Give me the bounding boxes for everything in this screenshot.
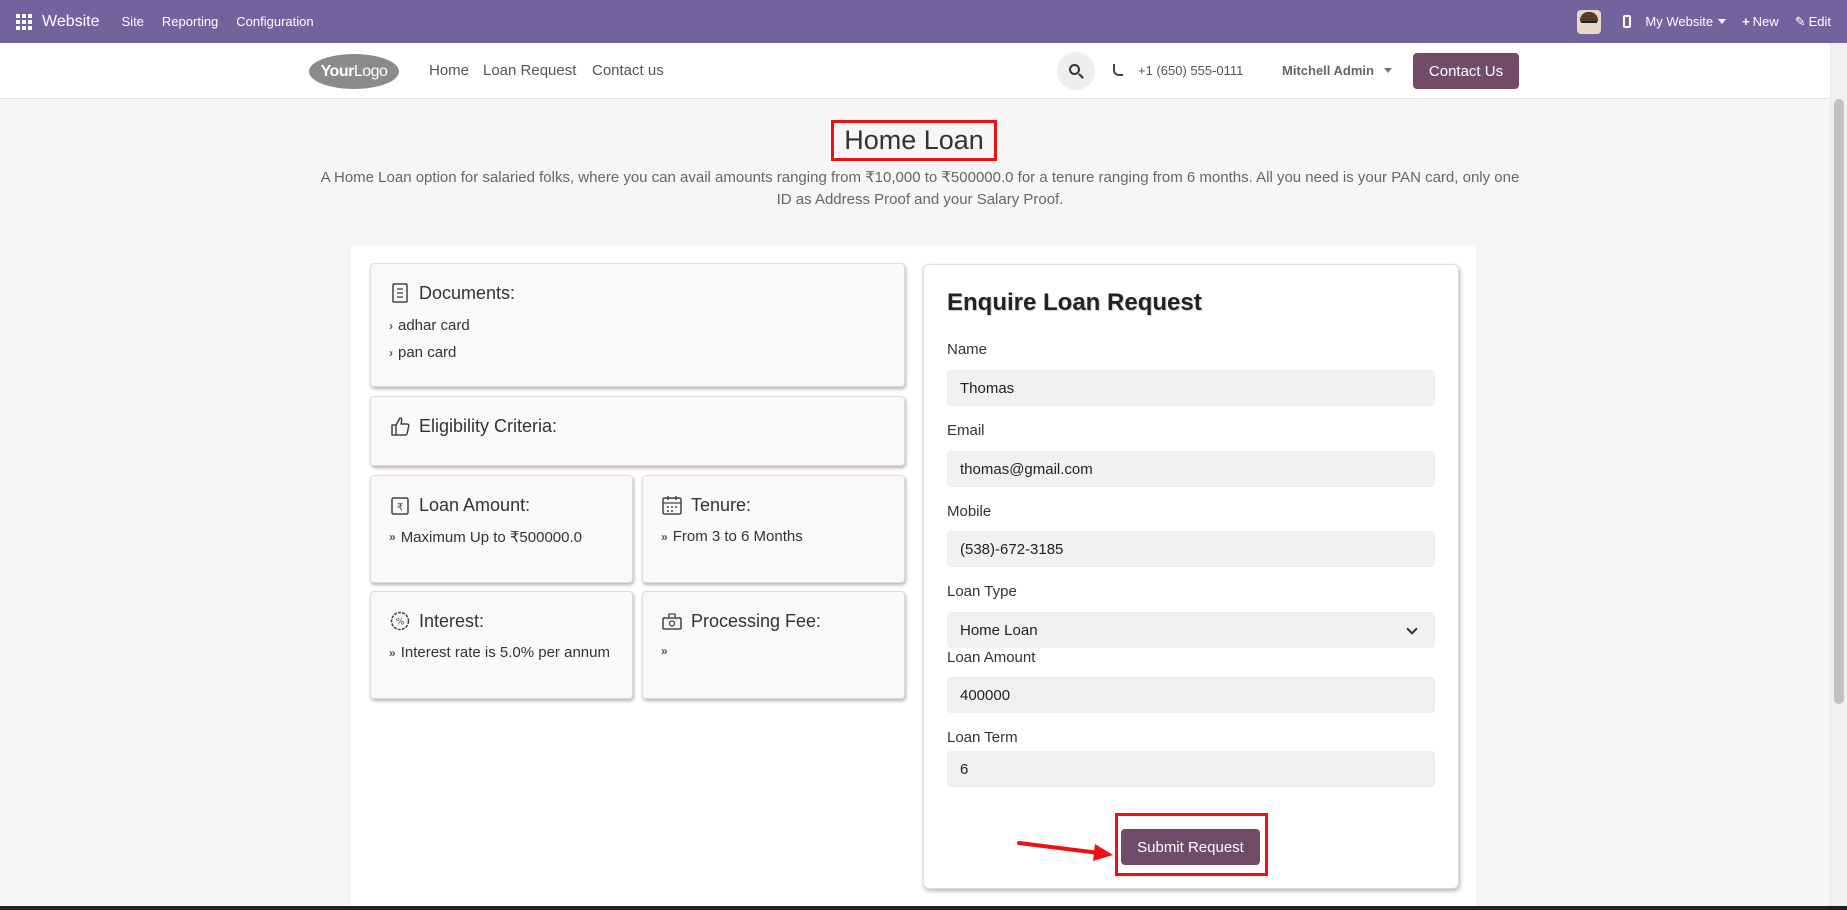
chevron-down-icon — [1406, 623, 1418, 635]
new-button[interactable]: + New — [1742, 14, 1779, 29]
documents-title: Documents: — [419, 282, 516, 303]
menu-configuration[interactable]: Configuration — [236, 14, 313, 29]
nav-contact-us[interactable]: Contact us — [592, 62, 664, 79]
user-menu[interactable]: Mitchell Admin — [1282, 63, 1392, 78]
list-item: › pan card — [389, 344, 456, 361]
percent-badge-icon: % — [389, 610, 411, 632]
phone-icon — [1113, 64, 1123, 76]
form-title: Enquire Loan Request — [947, 289, 1202, 316]
cash-register-icon — [661, 610, 683, 632]
loan-amount-label: Loan Amount — [947, 649, 1036, 666]
loan-type-value: Home Loan — [960, 621, 1038, 639]
plus-icon: + — [1742, 14, 1750, 29]
chevron-right-icon: » — [661, 529, 667, 544]
admin-bar: Website Site Reporting Configuration My … — [0, 0, 1847, 43]
interest-value: Interest rate is 5.0% per annum — [400, 644, 610, 661]
caret-down-icon — [1718, 19, 1727, 24]
loan-type-select[interactable]: Home Loan — [947, 612, 1435, 648]
chevron-right-icon: › — [389, 345, 393, 360]
chevron-right-icon: » — [389, 530, 395, 544]
processing-fee-card: Processing Fee: » — [642, 591, 905, 699]
tenure-value: From 3 to 6 Months — [672, 528, 803, 545]
website-selector-label: My Website — [1645, 14, 1714, 29]
app-brand[interactable]: Website — [42, 13, 100, 31]
apps-grid-icon[interactable] — [16, 13, 32, 30]
processing-fee-title: Processing Fee: — [691, 610, 822, 631]
submit-request-button[interactable]: Submit Request — [1121, 829, 1260, 865]
email-label: Email — [947, 422, 985, 439]
pencil-icon: ✎ — [1794, 13, 1806, 29]
eligibility-card: Eligibility Criteria: — [370, 396, 905, 466]
document-pan: pan card — [398, 344, 457, 361]
list-item: » From 3 to 6 Months — [661, 528, 803, 545]
arrow-annotation-icon — [1017, 841, 1113, 861]
new-label: New — [1752, 14, 1779, 29]
scrollbar-thumb[interactable] — [1834, 99, 1844, 704]
list-item: » Maximum Up to ₹500000.0 — [389, 528, 582, 546]
menu-reporting[interactable]: Reporting — [162, 14, 218, 29]
edit-button[interactable]: ✎ Edit — [1795, 14, 1831, 30]
search-button[interactable] — [1057, 52, 1095, 90]
mobile-input[interactable]: (538)-672-3185 — [947, 531, 1435, 567]
document-icon — [389, 282, 411, 304]
logo-text-bold: Your — [320, 62, 355, 80]
documents-card: Documents: › adhar card › pan card — [370, 263, 905, 387]
thumbs-up-icon — [389, 415, 411, 437]
user-avatar[interactable] — [1577, 9, 1602, 34]
page-title: Home Loan — [844, 125, 984, 155]
phone-number[interactable]: +1 (650) 555-0111 — [1138, 63, 1243, 78]
caret-down-icon — [1383, 68, 1392, 73]
loan-amount-title: Loan Amount: — [419, 494, 531, 515]
svg-text:%: % — [396, 618, 405, 628]
mobile-label: Mobile — [947, 503, 992, 520]
name-input[interactable]: Thomas — [947, 370, 1435, 406]
calendar-icon — [661, 494, 683, 516]
name-label: Name — [947, 341, 988, 358]
site-header: Your Logo Home Loan Request Contact us +1… — [0, 43, 1830, 99]
tenure-card: Tenure: » From 3 to 6 Months — [642, 475, 905, 583]
svg-text:₹: ₹ — [397, 503, 403, 514]
loan-amount-card: ₹ Loan Amount: » Maximum Up to ₹500000.0 — [370, 475, 633, 583]
enquire-form: Enquire Loan Request Name Thomas Email t… — [923, 264, 1459, 889]
list-item: » — [661, 644, 673, 658]
list-item: » Interest rate is 5.0% per annum — [389, 644, 610, 661]
list-item: › adhar card — [389, 317, 470, 334]
user-name: Mitchell Admin — [1282, 63, 1374, 78]
loan-type-label: Loan Type — [947, 583, 1017, 600]
loan-term-label: Loan Term — [947, 729, 1018, 746]
menu-site[interactable]: Site — [122, 14, 144, 29]
loan-amount-input[interactable]: 400000 — [947, 677, 1435, 713]
loan-term-input[interactable]: 6 — [947, 751, 1435, 787]
edit-label: Edit — [1808, 14, 1831, 29]
logo-text-light: Logo — [353, 62, 388, 80]
loan-amount-value: Maximum Up to ₹500000.0 — [400, 529, 582, 546]
interest-card: % Interest: » Interest rate is 5.0% per … — [370, 591, 633, 699]
email-input[interactable]: thomas@gmail.com — [947, 451, 1435, 487]
nav-loan-request[interactable]: Loan Request — [483, 62, 576, 79]
rupee-bill-icon: ₹ — [389, 494, 411, 516]
tenure-title: Tenure: — [691, 494, 752, 515]
nav-home[interactable]: Home — [429, 62, 469, 79]
contact-us-button[interactable]: Contact Us — [1413, 53, 1519, 89]
eligibility-title: Eligibility Criteria: — [419, 415, 558, 436]
website-selector[interactable]: My Website — [1645, 14, 1727, 29]
chevron-right-icon: » — [389, 645, 395, 660]
loan-description: A Home Loan option for salaried folks, w… — [320, 169, 1520, 208]
chevron-right-icon: › — [389, 318, 393, 333]
bottom-edge — [0, 906, 1847, 910]
page-title-highlight: Home Loan — [831, 120, 997, 161]
mobile-preview-icon[interactable] — [1623, 15, 1632, 28]
site-logo[interactable]: Your Logo — [309, 54, 399, 89]
interest-title: Interest: — [419, 610, 485, 631]
document-adhar: adhar card — [398, 317, 470, 334]
chevron-right-icon: » — [661, 644, 667, 658]
search-icon — [1068, 63, 1080, 75]
page-scrollbar[interactable] — [1830, 43, 1847, 906]
